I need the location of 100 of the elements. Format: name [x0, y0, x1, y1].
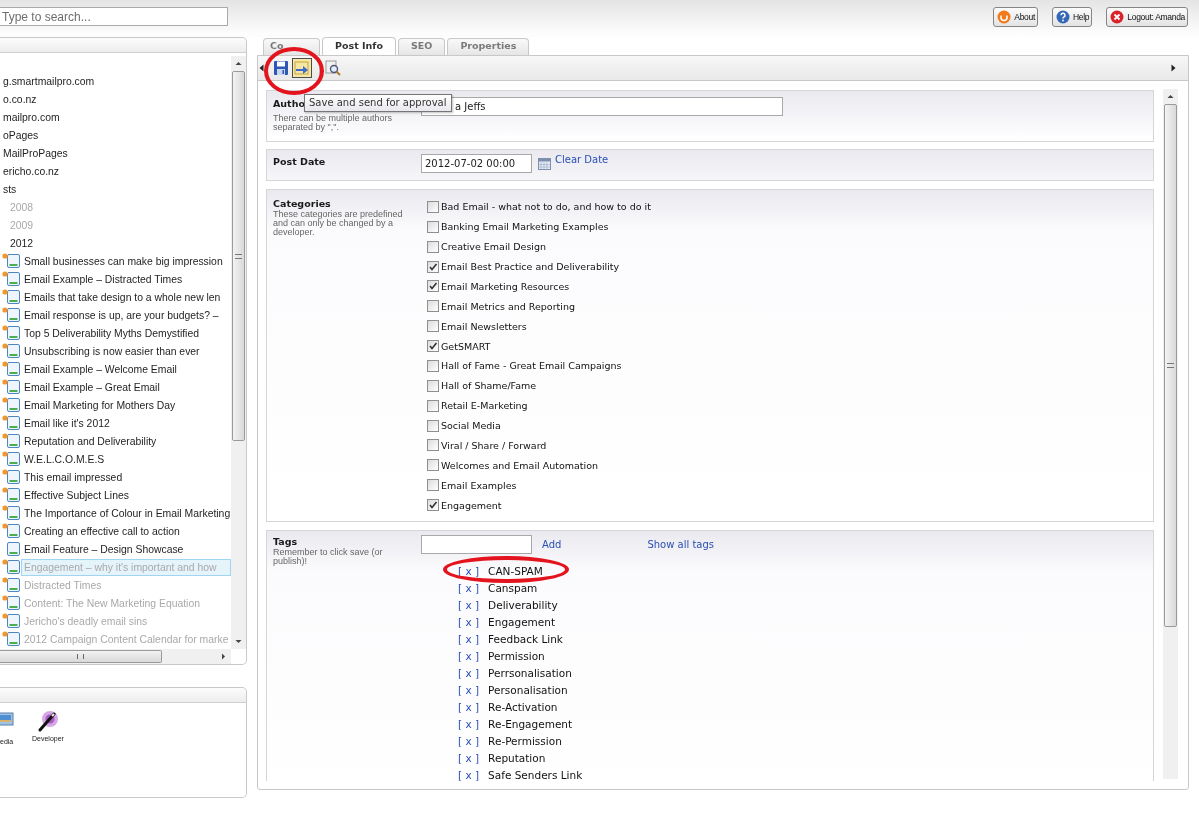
category-label: Viral / Share / Forward [441, 439, 547, 451]
checkbox[interactable] [427, 220, 439, 233]
category-label: Email Examples [441, 479, 517, 491]
date-field[interactable]: 2012-07-02 00:00 [421, 154, 532, 173]
tag-label: Canspam [488, 581, 538, 594]
add-tag-link[interactable]: Add [542, 539, 562, 550]
remove-tag-link[interactable]: [ x ] [458, 615, 480, 628]
checkbox[interactable] [427, 240, 439, 253]
tree-item[interactable]: The Importance of Colour in Email Marketing [21, 504, 231, 522]
category-label: Banking Email Marketing Examples [441, 221, 609, 233]
category-label: Engagement [441, 499, 502, 511]
logout-button[interactable]: Logout: Amanda [1106, 7, 1188, 27]
remove-tag-link[interactable]: [ x ] [458, 751, 480, 764]
checkbox[interactable] [427, 260, 439, 273]
checkbox[interactable] [427, 200, 439, 213]
horizontal-scrollbar[interactable] [0, 649, 231, 664]
checkbox[interactable] [427, 399, 439, 412]
tree-item[interactable]: mailpro.com [0, 108, 63, 126]
remove-tag-link[interactable]: [ x ] [458, 700, 480, 713]
remove-tag-link[interactable]: [ x ] [458, 768, 480, 781]
calendar-icon[interactable] [538, 157, 551, 170]
tree-item[interactable]: Top 5 Deliverability Myths Demystified [21, 324, 202, 342]
tree-item[interactable]: MailProPages [0, 144, 71, 162]
category-label: Creative Email Design [441, 241, 547, 253]
tag-label: Re-Engagement [488, 717, 573, 730]
caret-right-icon[interactable] [1171, 64, 1176, 72]
scrollbar-thumb[interactable] [232, 71, 245, 441]
tree-item[interactable]: Email Feature – Design Showcase [21, 540, 187, 558]
remove-tag-link[interactable]: [ x ] [458, 632, 480, 645]
remove-tag-link[interactable]: [ x ] [458, 581, 480, 594]
checkbox[interactable] [427, 479, 439, 492]
close-circle-icon [1110, 10, 1125, 24]
search-field[interactable]: Type to search... [0, 7, 228, 26]
tag-label: Deliverability [488, 598, 558, 611]
checkbox[interactable] [427, 499, 439, 512]
tag-label: CAN-SPAM [488, 564, 543, 577]
checkbox[interactable] [427, 300, 439, 313]
tree-item[interactable]: This email impressed [21, 468, 126, 486]
checkbox[interactable] [427, 459, 439, 472]
checkbox[interactable] [427, 439, 439, 452]
tab[interactable]: SEO [397, 38, 446, 55]
about-button[interactable]: About [993, 7, 1038, 27]
scrollbar-thumb[interactable] [1164, 104, 1177, 627]
remove-tag-link[interactable]: [ x ] [458, 683, 480, 696]
tree-item[interactable]: Unsubscribing is now easier than ever [21, 342, 203, 360]
field-label: Autho [273, 97, 305, 110]
tree-item[interactable]: Reputation and Deliverability [21, 432, 160, 450]
preview-button[interactable] [325, 60, 341, 76]
tooltip: Save and send for approval [304, 94, 452, 112]
remove-tag-link[interactable]: [ x ] [458, 666, 480, 679]
tree-item[interactable]: Small businesses can make big impression [21, 252, 226, 270]
tree-item[interactable]: Email Marketing for Mothers Day [21, 396, 179, 414]
field-label: Categories [273, 197, 331, 210]
send-for-approval-button[interactable] [292, 58, 312, 78]
tree-item[interactable]: g.smartmailpro.com [0, 72, 98, 90]
tree-item[interactable]: Creating an effective call to action [21, 522, 183, 540]
help-button[interactable]: Help [1052, 7, 1093, 27]
tag-input-field[interactable] [421, 535, 532, 554]
scrollbar-thumb[interactable] [0, 650, 162, 663]
save-button[interactable] [273, 60, 289, 76]
tag-label: Safe Senders Link [488, 768, 583, 781]
tree-item[interactable]: W.E.L.C.O.M.E.S [21, 450, 108, 468]
category-label: Email Best Practice and Deliverability [441, 261, 620, 273]
category-label: Retail E-Marketing [441, 400, 528, 412]
tree-item[interactable]: Email like it's 2012 [21, 414, 113, 432]
tree-item[interactable]: Effective Subject Lines [21, 486, 132, 504]
remove-tag-link[interactable]: [ x ] [458, 598, 480, 611]
clear-date-link[interactable]: Clear Date [555, 154, 609, 165]
tree-item[interactable]: Email Example – Distracted Times [21, 270, 186, 288]
tree-item[interactable]: oPages [0, 126, 42, 144]
tree-item[interactable]: 2012 [7, 234, 37, 252]
checkbox[interactable] [427, 340, 439, 353]
remove-tag-link[interactable]: [ x ] [458, 649, 480, 662]
checkbox[interactable] [427, 280, 439, 293]
remove-tag-link[interactable]: [ x ] [458, 717, 480, 730]
monitor-icon[interactable] [0, 712, 14, 726]
tag-label: Engagement [488, 615, 556, 628]
category-label: Welcomes and Email Automation [441, 459, 599, 471]
help-icon [1056, 10, 1070, 24]
tree-item[interactable]: Email Example – Welcome Email [21, 360, 180, 378]
checkbox[interactable] [427, 320, 439, 333]
category-label: Email Newsletters [441, 320, 527, 332]
vertical-scrollbar[interactable] [231, 56, 246, 649]
magic-wand-icon[interactable] [37, 710, 59, 732]
tree-item[interactable]: o.co.nz [0, 90, 40, 108]
checkbox[interactable] [427, 359, 439, 372]
tree-item[interactable]: ericho.co.nz [0, 162, 63, 180]
category-label: Hall of Fame - Great Email Campaigns [441, 360, 622, 372]
tab[interactable]: Post Info [322, 37, 396, 55]
show-all-tags-link[interactable]: Show all tags [647, 539, 714, 550]
tab[interactable]: Properties [447, 38, 530, 55]
remove-tag-link[interactable]: [ x ] [458, 734, 480, 747]
caret-left-icon[interactable] [259, 64, 264, 72]
tree-item[interactable]: Email Example – Great Email [21, 378, 163, 396]
vertical-scrollbar[interactable] [1163, 89, 1178, 779]
tree-item[interactable]: sts [0, 180, 20, 198]
checkbox[interactable] [427, 419, 439, 432]
tree-item[interactable]: Email response is up, are your budgets? – [21, 306, 222, 324]
checkbox[interactable] [427, 379, 439, 392]
tree-item[interactable]: Emails that take design to a whole new len [21, 288, 224, 306]
